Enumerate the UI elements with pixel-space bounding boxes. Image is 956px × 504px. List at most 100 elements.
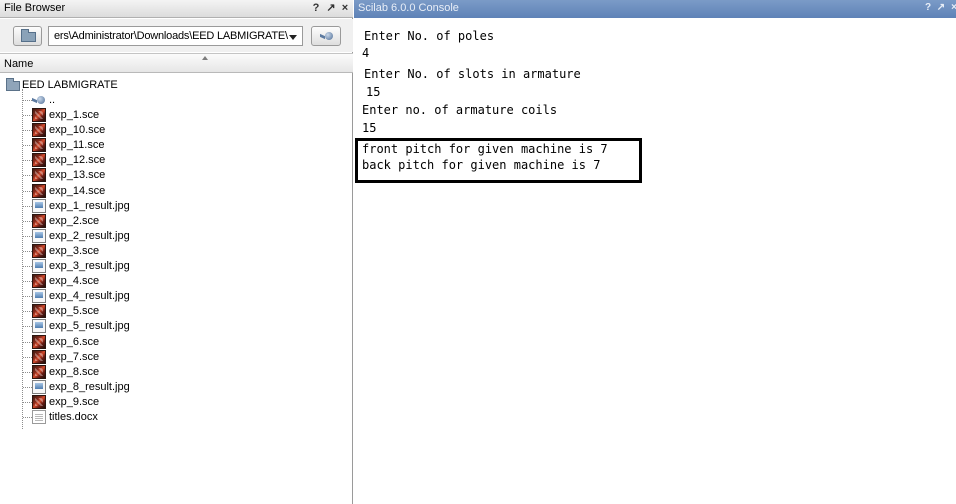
file-row[interactable]: exp_4.sce <box>0 274 352 289</box>
file-row[interactable]: exp_8_result.jpg <box>0 379 352 395</box>
path-dropdown[interactable]: ers\Administrator\Downloads\EED LABMIGRA… <box>48 26 303 46</box>
tree-connector <box>23 250 32 252</box>
image-file-icon <box>32 228 46 243</box>
tree-item-label: .. <box>49 94 56 106</box>
file-row[interactable]: exp_5_result.jpg <box>0 319 352 334</box>
file-row[interactable]: exp_13.sce <box>0 168 352 183</box>
tree-connector <box>23 281 32 283</box>
tree-connector <box>23 160 32 162</box>
console-line: 15 <box>366 85 381 99</box>
file-name: exp_8_result.jpg <box>49 380 130 393</box>
console-line: Enter No. of slots in armature <box>364 67 581 81</box>
tree-connector <box>23 386 32 388</box>
console-line: back pitch for given machine is 7 <box>362 158 601 172</box>
file-name: exp_13.sce <box>49 169 106 182</box>
undock-button[interactable]: ↗ <box>936 1 946 15</box>
scilab-file-icon <box>32 138 46 153</box>
tree-connector <box>23 401 32 403</box>
console-line: front pitch for given machine is 7 <box>362 142 608 156</box>
scilab-file-icon <box>32 334 46 349</box>
file-row[interactable]: exp_5.sce <box>0 304 352 319</box>
file-browser-panel: File Browser ? ↗ × ers\Administrator\Dow… <box>0 0 353 504</box>
scilab-file-icon <box>32 349 46 364</box>
name-column-header[interactable]: Name <box>0 53 353 73</box>
tree-connector <box>23 175 32 177</box>
help-button[interactable]: ? <box>310 1 322 15</box>
file-row[interactable]: exp_9.sce <box>0 394 352 410</box>
file-row[interactable]: exp_10.sce <box>0 123 352 138</box>
image-file-icon <box>32 289 46 304</box>
file-row[interactable]: exp_8.sce <box>0 364 352 380</box>
console-line: 4 <box>362 46 370 60</box>
file-row[interactable]: exp_6.sce <box>0 334 352 350</box>
scilab-file-icon <box>32 183 46 198</box>
file-name: exp_1_result.jpg <box>49 199 130 212</box>
file-name: exp_10.sce <box>49 124 106 137</box>
parent-directory-icon <box>32 93 46 107</box>
document-file-icon <box>32 410 46 424</box>
console-line: Enter no. of armature coils <box>362 103 558 117</box>
file-name: exp_5_result.jpg <box>49 320 130 333</box>
chevron-down-icon <box>289 35 297 40</box>
scilab-file-icon <box>32 364 46 379</box>
file-name: exp_6.sce <box>49 335 100 348</box>
tree-connector <box>23 100 32 101</box>
tree-connector <box>23 417 32 418</box>
file-row[interactable]: exp_2_result.jpg <box>0 228 352 244</box>
name-column-label: Name <box>4 58 34 70</box>
close-button[interactable]: × <box>339 1 351 15</box>
undock-button[interactable]: ↗ <box>325 1 337 15</box>
scilab-file-icon <box>32 168 46 183</box>
tree-connector <box>23 205 32 207</box>
tree-root-folder[interactable]: EED LABMIGRATE <box>0 78 352 93</box>
tree-connector <box>23 356 32 358</box>
sort-ascending-icon <box>202 56 208 60</box>
folder-icon <box>21 29 36 42</box>
file-row[interactable]: titles.docx <box>0 410 352 425</box>
file-name: exp_12.sce <box>49 154 106 167</box>
file-row[interactable]: exp_4_result.jpg <box>0 289 352 304</box>
scilab-file-icon <box>32 153 46 168</box>
tree-connector <box>23 130 32 132</box>
close-button[interactable]: × <box>949 1 956 15</box>
tree-connector <box>23 115 32 116</box>
file-row[interactable]: exp_2.sce <box>0 213 352 229</box>
select-folder-button[interactable] <box>13 26 42 46</box>
file-row[interactable]: exp_7.sce <box>0 349 352 365</box>
file-row[interactable]: exp_12.sce <box>0 153 352 168</box>
folder-icon <box>6 78 20 91</box>
console-output[interactable]: Enter No. of poles 4 Enter No. of slots … <box>354 18 956 504</box>
file-row[interactable]: exp_3_result.jpg <box>0 259 352 274</box>
file-name: exp_11.sce <box>49 139 105 152</box>
file-row[interactable]: exp_3.sce <box>0 243 352 259</box>
file-name: exp_8.sce <box>49 365 100 378</box>
file-name: exp_3_result.jpg <box>49 260 130 272</box>
tree-connector <box>23 296 32 298</box>
tree-connector <box>23 190 32 192</box>
tree-item-label: EED LABMIGRATE <box>22 79 118 91</box>
tree-item-parent[interactable]: .. <box>0 93 352 108</box>
tree-connector <box>23 311 32 313</box>
file-tree: EED LABMIGRATE .. exp_1.sce exp_10.sceexp… <box>0 74 352 504</box>
file-row[interactable]: exp_1_result.jpg <box>0 198 352 214</box>
file-name: exp_1.sce <box>49 109 100 121</box>
go-up-button[interactable] <box>311 26 341 46</box>
file-browser-titlebar[interactable]: File Browser ? ↗ × <box>0 0 353 18</box>
file-name: titles.docx <box>49 411 98 423</box>
scilab-file-icon <box>32 394 46 409</box>
console-panel: Scilab 6.0.0 Console ? ↗ × Enter No. of … <box>354 0 956 504</box>
file-row[interactable]: exp_11.sce <box>0 138 352 153</box>
go-up-icon <box>325 32 333 40</box>
image-file-icon <box>32 198 46 213</box>
tree-connector <box>23 220 32 222</box>
file-browser-toolbar: ers\Administrator\Downloads\EED LABMIGRA… <box>0 19 353 52</box>
tree-connector <box>23 235 32 237</box>
help-button[interactable]: ? <box>923 1 933 15</box>
scilab-file-icon <box>32 243 46 258</box>
image-file-icon <box>32 319 46 334</box>
file-name: exp_2_result.jpg <box>49 229 130 242</box>
file-row[interactable]: exp_14.sce <box>0 183 352 199</box>
file-row[interactable]: exp_1.sce <box>0 108 352 123</box>
console-titlebar[interactable]: Scilab 6.0.0 Console ? ↗ × <box>354 0 956 18</box>
file-name: exp_7.sce <box>49 350 100 363</box>
